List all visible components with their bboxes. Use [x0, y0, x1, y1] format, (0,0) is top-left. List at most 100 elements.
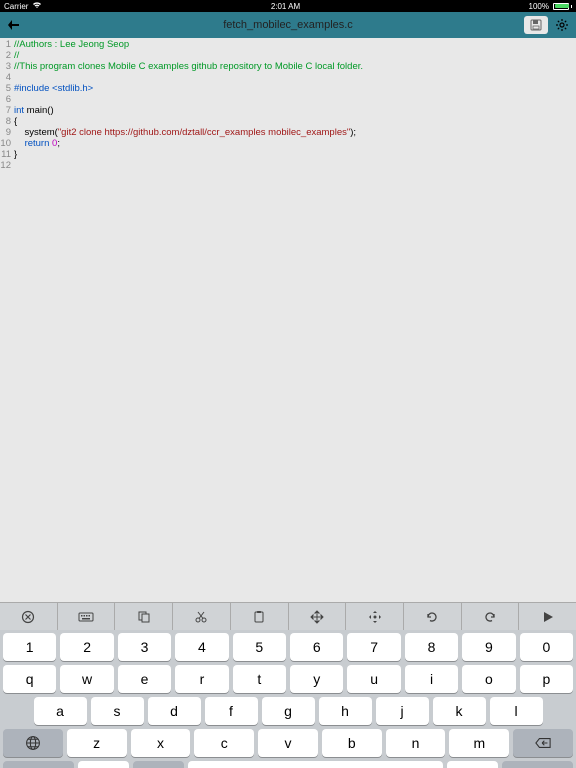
- code-line: 8{: [0, 116, 576, 127]
- key-3[interactable]: 3: [118, 633, 171, 661]
- key-h[interactable]: h: [319, 697, 372, 725]
- line-number: 11: [0, 149, 14, 160]
- key-r[interactable]: r: [175, 665, 228, 693]
- key-1[interactable]: 1: [3, 633, 56, 661]
- header-bar: fetch_mobilec_examples.c: [0, 12, 576, 38]
- key-q[interactable]: q: [3, 665, 56, 693]
- battery-icon: [553, 3, 572, 10]
- key-i[interactable]: i: [405, 665, 458, 693]
- line-number: 12: [0, 160, 14, 171]
- line-content[interactable]: //: [14, 50, 19, 61]
- paste-button[interactable]: [231, 603, 289, 630]
- key-x[interactable]: x: [131, 729, 191, 757]
- key-8[interactable]: 8: [405, 633, 458, 661]
- code-line: 2//: [0, 50, 576, 61]
- key-w[interactable]: w: [60, 665, 113, 693]
- globe-key[interactable]: [3, 729, 63, 757]
- key-y[interactable]: y: [290, 665, 343, 693]
- key-g[interactable]: g: [262, 697, 315, 725]
- editor-toolbar: [0, 602, 576, 630]
- period-key[interactable]: .: [447, 761, 498, 768]
- status-bar: Carrier 2:01 AM 100%: [0, 0, 576, 12]
- line-number: 9: [0, 127, 14, 138]
- settings-button[interactable]: [552, 15, 572, 35]
- key-k[interactable]: k: [433, 697, 486, 725]
- space-key[interactable]: space: [188, 761, 443, 768]
- key-c[interactable]: c: [194, 729, 254, 757]
- key-e[interactable]: e: [118, 665, 171, 693]
- key-a[interactable]: a: [34, 697, 87, 725]
- move-button[interactable]: [289, 603, 347, 630]
- key-4[interactable]: 4: [175, 633, 228, 661]
- comma-key[interactable]: ,: [78, 761, 129, 768]
- key-t[interactable]: t: [233, 665, 286, 693]
- code-line: 11}: [0, 149, 576, 160]
- symbols-key[interactable]: #+=: [3, 761, 74, 768]
- key-l[interactable]: l: [490, 697, 543, 725]
- line-number: 2: [0, 50, 14, 61]
- copy-button[interactable]: [115, 603, 173, 630]
- line-content[interactable]: }: [14, 149, 17, 160]
- undo-button[interactable]: [404, 603, 462, 630]
- line-number: 10: [0, 138, 14, 149]
- backspace-key[interactable]: [513, 729, 573, 757]
- line-content[interactable]: int main(): [14, 105, 54, 116]
- mic-key[interactable]: [133, 761, 184, 768]
- code-line: 12: [0, 160, 576, 171]
- code-line: 9 system("git2 clone https://github.com/…: [0, 127, 576, 138]
- delete-button[interactable]: [0, 603, 58, 630]
- line-content[interactable]: //Authors : Lee Jeong Seop: [14, 39, 129, 50]
- return-key[interactable]: [502, 761, 573, 768]
- save-button[interactable]: [524, 16, 548, 34]
- key-b[interactable]: b: [322, 729, 382, 757]
- key-6[interactable]: 6: [290, 633, 343, 661]
- code-line: 10 return 0;: [0, 138, 576, 149]
- status-time: 2:01 AM: [271, 2, 300, 11]
- code-editor[interactable]: 1//Authors : Lee Jeong Seop2//3//This pr…: [0, 38, 576, 602]
- key-m[interactable]: m: [449, 729, 509, 757]
- battery-pct: 100%: [529, 2, 549, 11]
- cut-button[interactable]: [173, 603, 231, 630]
- line-content[interactable]: return 0;: [14, 138, 60, 149]
- back-button[interactable]: [0, 12, 28, 38]
- keyboard-button[interactable]: [58, 603, 116, 630]
- key-9[interactable]: 9: [462, 633, 515, 661]
- redo-button[interactable]: [462, 603, 520, 630]
- carrier-label: Carrier: [4, 2, 28, 11]
- line-content[interactable]: system("git2 clone https://github.com/dz…: [14, 127, 356, 138]
- line-number: 1: [0, 39, 14, 50]
- key-2[interactable]: 2: [60, 633, 113, 661]
- key-j[interactable]: j: [376, 697, 429, 725]
- line-number: 8: [0, 116, 14, 127]
- key-o[interactable]: o: [462, 665, 515, 693]
- key-p[interactable]: p: [520, 665, 573, 693]
- key-f[interactable]: f: [205, 697, 258, 725]
- line-content[interactable]: #include <stdlib.h>: [14, 83, 93, 94]
- key-5[interactable]: 5: [233, 633, 286, 661]
- line-content[interactable]: //This program clones Mobile C examples …: [14, 61, 363, 72]
- page-title: fetch_mobilec_examples.c: [223, 19, 353, 31]
- code-line: 3//This program clones Mobile C examples…: [0, 61, 576, 72]
- virtual-keyboard: 1234567890 qwertyuiop asdfghjkl zxcvbnm …: [0, 630, 576, 768]
- key-n[interactable]: n: [386, 729, 446, 757]
- key-d[interactable]: d: [148, 697, 201, 725]
- line-number: 3: [0, 61, 14, 72]
- code-line: 5#include <stdlib.h>: [0, 83, 576, 94]
- line-number: 6: [0, 94, 14, 105]
- key-z[interactable]: z: [67, 729, 127, 757]
- line-content[interactable]: {: [14, 116, 17, 127]
- run-button[interactable]: [519, 603, 576, 630]
- wifi-icon: [32, 1, 42, 11]
- code-line: 1//Authors : Lee Jeong Seop: [0, 39, 576, 50]
- key-u[interactable]: u: [347, 665, 400, 693]
- key-v[interactable]: v: [258, 729, 318, 757]
- line-number: 4: [0, 72, 14, 83]
- move-all-button[interactable]: [346, 603, 404, 630]
- code-line: 4: [0, 72, 576, 83]
- key-7[interactable]: 7: [347, 633, 400, 661]
- line-number: 5: [0, 83, 14, 94]
- code-line: 6: [0, 94, 576, 105]
- key-s[interactable]: s: [91, 697, 144, 725]
- line-number: 7: [0, 105, 14, 116]
- key-0[interactable]: 0: [520, 633, 573, 661]
